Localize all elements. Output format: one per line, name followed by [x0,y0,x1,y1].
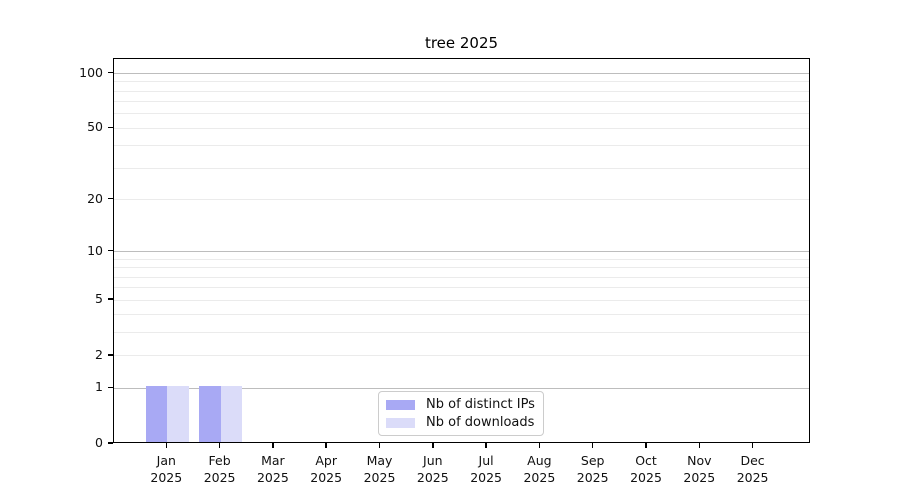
plot-area [113,58,810,443]
legend-label-distinct-ips: Nb of distinct IPs [426,397,535,412]
x-tick-mark [325,443,327,448]
x-tick-mark [538,443,541,448]
minor-gridline [114,267,809,269]
minor-gridline [114,299,809,301]
figure: tree 2025 0 1 2 5 10 20 50 100 Jan 2025 Feb 2025… [0,0,900,500]
y-tick-mark [108,197,113,200]
x-tick-mark [591,443,594,448]
x-tick-mark [485,443,487,448]
x-tick-label-jul: Jul 2025 [470,453,502,485]
minor-gridline [114,90,809,92]
major-gridline [114,251,809,252]
major-gridline [114,73,809,74]
minor-gridline [114,113,809,115]
x-tick-label-apr: Apr 2025 [310,453,343,485]
y-tick-mark [108,298,113,300]
legend-label-downloads: Nb of downloads [426,415,535,430]
minor-gridline [114,81,809,83]
legend: Nb of distinct IPs Nb of downloads [378,391,544,436]
y-tick-label: 2 [95,346,103,362]
minor-gridline [114,101,809,103]
x-tick-mark [432,443,434,448]
chart-title: tree 2025 [424,34,499,52]
minor-gridline [114,314,809,316]
y-tick-mark [108,386,113,389]
y-tick-mark [108,442,113,444]
x-tick-mark [165,443,168,448]
x-tick-label-nov: Nov 2025 [683,453,716,485]
y-tick-label: 100 [79,64,103,80]
minor-gridline [114,287,809,289]
x-tick-mark [218,443,221,448]
y-tick-mark [108,71,113,74]
y-tick-mark [108,354,113,356]
legend-item-distinct-ips: Nb of distinct IPs [386,397,536,412]
minor-gridline [114,355,809,357]
y-tick-label: 5 [95,291,103,307]
bar-jan-downloads [167,386,189,442]
bar-feb-distinct-ips [199,386,221,442]
y-tick-mark [108,249,113,252]
minor-gridline [114,127,809,129]
minor-gridline [114,332,809,334]
x-tick-label-aug: Aug 2025 [523,453,556,485]
x-tick-label-jan: Jan 2025 [150,453,183,485]
minor-gridline [114,199,809,201]
y-tick-label: 1 [95,379,103,395]
y-tick-mark [108,126,113,129]
legend-swatch-downloads-icon [386,417,415,428]
minor-gridline [114,145,809,147]
y-tick-label: 20 [87,190,103,206]
minor-gridline [114,167,809,169]
y-tick-label: 50 [87,119,103,135]
x-tick-label-mar: Mar 2025 [256,453,289,485]
y-tick-label: 0 [95,435,103,450]
x-tick-mark [272,443,274,448]
legend-item-downloads: Nb of downloads [386,415,536,430]
legend-swatch-distinct-ips-icon [386,399,415,410]
y-tick-label: 10 [87,242,103,258]
x-tick-mark [751,443,754,448]
bar-jan-distinct-ips [146,386,168,442]
minor-gridline [114,258,809,260]
x-tick-label-jun: Jun 2025 [416,453,449,485]
minor-gridline [114,276,809,278]
x-tick-label-dec: Dec 2025 [736,453,769,485]
bar-feb-downloads [220,386,242,442]
x-tick-label-may: May 2025 [363,453,396,485]
x-tick-label-feb: Feb 2025 [203,453,236,485]
x-tick-mark [378,443,381,448]
x-tick-mark [645,443,647,448]
x-tick-label-oct: Oct 2025 [630,453,662,485]
x-tick-mark [698,443,701,448]
x-tick-label-sep: Sep 2025 [576,453,609,485]
